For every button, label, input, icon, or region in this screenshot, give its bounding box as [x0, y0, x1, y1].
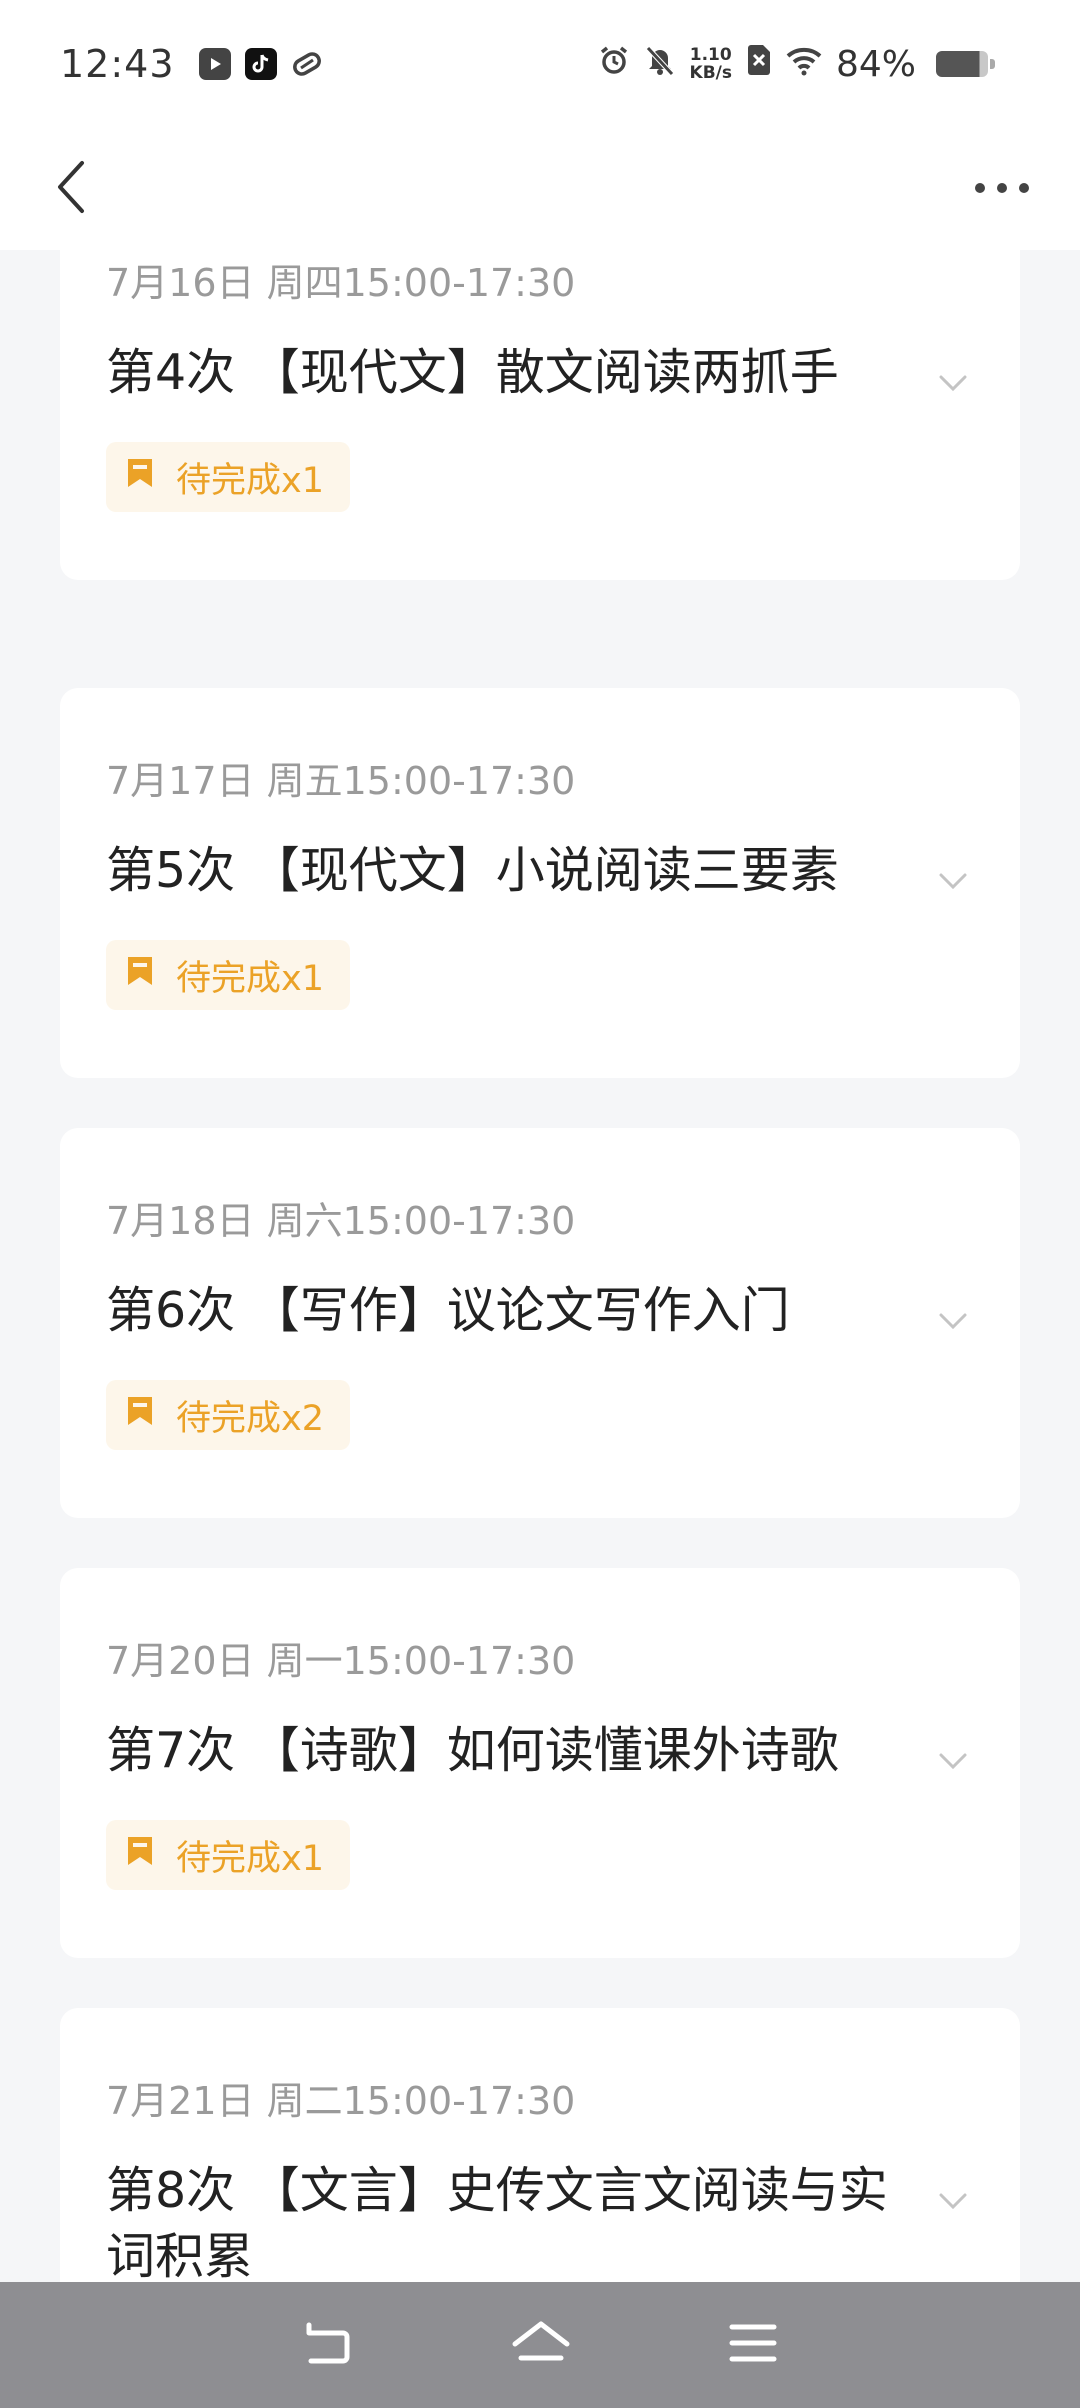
status-left: 12:43	[60, 42, 323, 86]
lesson-title: 第8次 【文言】史传文言文阅读与实词积累	[106, 2162, 888, 2282]
bookmark-icon	[126, 955, 154, 996]
lesson-date: 7月18日 周六15:00-17:30	[106, 1199, 576, 1243]
lesson-card[interactable]: 7月21日 周二15:00-17:30 第8次 【文言】史传文言文阅读与实词积累	[60, 2008, 1020, 2282]
pending-label: 待完成x1	[176, 1838, 324, 1879]
lesson-date: 7月17日 周五15:00-17:30	[106, 759, 576, 803]
lesson-title: 第5次 【现代文】小说阅读三要素	[106, 842, 839, 899]
chevron-down-icon[interactable]	[938, 368, 968, 398]
lesson-title: 第6次 【写作】议论文写作入门	[106, 1282, 790, 1339]
lesson-card[interactable]: 7月16日 周四15:00-17:30 第4次 【现代文】散文阅读两抓手 待完成…	[60, 250, 1020, 580]
lesson-date: 7月16日 周四15:00-17:30	[106, 261, 576, 305]
bookmark-icon	[126, 1835, 154, 1876]
net-speed-unit: KB/s	[689, 63, 732, 83]
lesson-title: 第7次 【诗歌】如何读懂课外诗歌	[106, 1722, 839, 1779]
bookmark-icon	[126, 1395, 154, 1436]
pending-badge[interactable]: 待完成x1	[106, 1820, 350, 1890]
sim-disabled-icon	[746, 44, 772, 85]
pending-badge[interactable]: 待完成x2	[106, 1380, 350, 1450]
chevron-down-icon[interactable]	[938, 1306, 968, 1336]
chevron-left-icon[interactable]	[54, 159, 90, 219]
pending-label: 待完成x1	[176, 460, 324, 501]
bookmark-icon	[126, 457, 154, 498]
alarm-icon	[598, 44, 630, 85]
status-right: 1.10 KB/s 84%	[598, 43, 995, 85]
lesson-card[interactable]: 7月17日 周五15:00-17:30 第5次 【现代文】小说阅读三要素 待完成…	[60, 688, 1020, 1078]
pending-badge[interactable]: 待完成x1	[106, 442, 350, 512]
link-app-icon	[291, 48, 323, 80]
lesson-date: 7月20日 周一15:00-17:30	[106, 1639, 576, 1683]
system-nav-bar	[0, 2282, 1080, 2408]
battery-icon	[936, 51, 995, 77]
lesson-date: 7月21日 周二15:00-17:30	[106, 2079, 576, 2123]
chevron-down-icon[interactable]	[938, 2186, 968, 2216]
lesson-card[interactable]: 7月20日 周一15:00-17:30 第7次 【诗歌】如何读懂课外诗歌 待完成…	[60, 1568, 1020, 1958]
chevron-down-icon[interactable]	[938, 866, 968, 896]
status-bar: 12:43 1.10 KB/s 84%	[0, 0, 1080, 128]
net-speed: 1.10 KB/s	[690, 46, 732, 82]
tiktok-icon	[244, 48, 277, 80]
pending-label: 待完成x2	[176, 1398, 324, 1439]
net-speed-value: 1.10	[689, 45, 732, 65]
wifi-icon	[786, 44, 822, 85]
lesson-list[interactable]: 7月16日 周四15:00-17:30 第4次 【现代文】散文阅读两抓手 待完成…	[0, 250, 1080, 2282]
menu-nav-icon[interactable]	[729, 2323, 777, 2367]
battery-percent: 84%	[835, 43, 916, 85]
chevron-down-icon[interactable]	[938, 1746, 968, 1776]
pending-badge[interactable]: 待完成x1	[106, 940, 350, 1010]
home-nav-icon[interactable]	[511, 2320, 571, 2370]
lesson-card[interactable]: 7月18日 周六15:00-17:30 第6次 【写作】议论文写作入门 待完成x…	[60, 1128, 1020, 1518]
mute-icon	[644, 44, 676, 85]
back-nav-icon[interactable]	[303, 2321, 353, 2369]
more-horizontal-icon[interactable]	[972, 180, 1032, 199]
pending-label: 待完成x1	[176, 958, 324, 999]
status-time: 12:43	[60, 42, 175, 86]
video-app-icon	[198, 48, 231, 80]
lesson-title: 第4次 【现代文】散文阅读两抓手	[106, 344, 839, 401]
top-nav-bar	[0, 128, 1080, 250]
